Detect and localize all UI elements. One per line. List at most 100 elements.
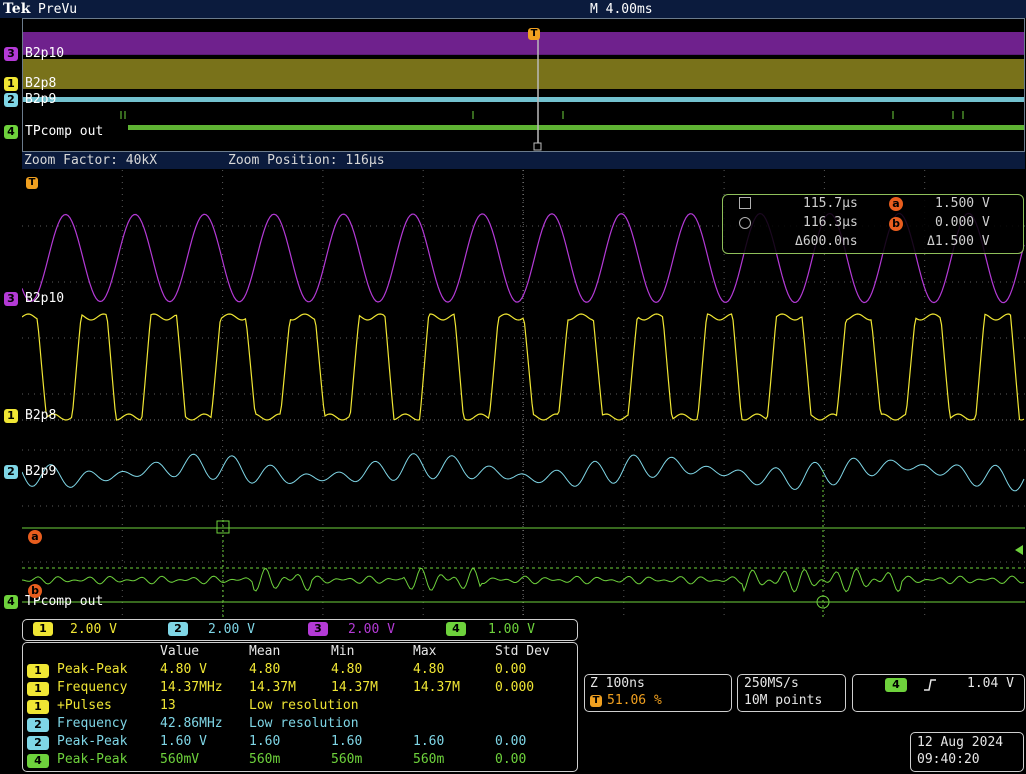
meas-row-name: Frequency xyxy=(57,716,128,731)
ch2-ground-marker[interactable]: 2 xyxy=(4,465,18,479)
ch1-scale-badge[interactable]: 1 xyxy=(33,622,53,636)
date: 12 Aug 2024 xyxy=(917,735,1004,750)
meas-row-value: 1.60 V xyxy=(160,734,207,749)
meas-row-value: 42.86MHz xyxy=(160,716,223,731)
meas-row-channel-badge: 1 xyxy=(27,700,49,714)
header-min: Min xyxy=(331,644,355,659)
delta-time: Δ600.0ns xyxy=(795,234,858,249)
meas-row-value: 13 xyxy=(160,698,176,713)
trigger-icon: T xyxy=(590,695,602,707)
ch4-scale-badge[interactable]: 4 xyxy=(446,622,466,636)
meas-row-min: 1.60 xyxy=(331,734,363,749)
meas-row-channel-badge: 1 xyxy=(27,664,49,678)
meas-row-channel-badge: 4 xyxy=(27,754,49,768)
timebase-readout[interactable]: M 4.00ms xyxy=(590,2,653,17)
overview-zoom-box xyxy=(533,142,542,151)
ch4-overview-band xyxy=(128,125,1024,130)
cursor2-circle-icon xyxy=(739,217,751,229)
meas-row-channel-badge: 1 xyxy=(27,682,49,696)
overview-waveform-window[interactable] xyxy=(22,18,1025,152)
ch3-ground-marker[interactable]: 3 xyxy=(4,292,18,306)
trigger-level: 1.04 V xyxy=(967,676,1014,691)
meas-row-std: 0.00 xyxy=(495,752,527,767)
meas-row-mean: 560m xyxy=(249,752,281,767)
meas-row-name: Frequency xyxy=(57,680,128,695)
ch1-trace-label: B2p8 xyxy=(25,408,57,423)
meas-row-max: 14.37M xyxy=(413,680,460,695)
ch4-scale[interactable]: 1.00 V xyxy=(488,622,535,637)
meas-row-value: 560mV xyxy=(160,752,200,767)
ch2-overview-band xyxy=(23,97,1024,102)
meas-row-channel-badge: 2 xyxy=(27,736,49,750)
header-mean: Mean xyxy=(249,644,281,659)
meas-row-min: 14.37M xyxy=(331,680,378,695)
ch2-label: B2p9 xyxy=(25,92,57,107)
record-length: 10M points xyxy=(744,693,823,708)
ch4-marker[interactable]: 4 xyxy=(4,125,18,139)
meas-row-max: 1.60 xyxy=(413,734,445,749)
ch1-marker[interactable]: 1 xyxy=(4,77,18,91)
datetime-panel[interactable]: 12 Aug 2024 09:40:20 xyxy=(910,732,1024,772)
ch2-scale-badge[interactable]: 2 xyxy=(168,622,188,636)
cursor-b-marker[interactable]: b xyxy=(28,584,42,598)
time: 09:40:20 xyxy=(917,752,980,767)
cursor1-time: 115.7µs xyxy=(803,196,858,211)
ch1-label: B2p8 xyxy=(25,76,57,91)
ch3-trace-label: B2p10 xyxy=(25,291,65,306)
meas-row-mean: Low resolution xyxy=(249,716,359,731)
zoom-factor: Zoom Factor: 40kX xyxy=(24,153,158,168)
cursor-readout-panel: 115.7µs a 1.500 V 116.3µs b 0.000 V Δ600… xyxy=(722,194,1024,254)
meas-row-std: 0.00 xyxy=(495,734,527,749)
meas-row-name: Peak-Peak xyxy=(57,734,128,749)
ch3-marker[interactable]: 3 xyxy=(4,47,18,61)
acquisition-panel[interactable]: 250MS/s 10M points xyxy=(737,674,846,712)
status-bar xyxy=(0,0,1026,18)
header-std-dev: Std Dev xyxy=(495,644,550,659)
ch3-label: B2p10 xyxy=(25,46,65,61)
meas-row-mean: 4.80 xyxy=(249,662,281,677)
meas-row-max: 560m xyxy=(413,752,445,767)
tek-logo: Tek xyxy=(3,1,31,17)
meas-row-mean: Low resolution xyxy=(249,698,359,713)
trigger-source-badge: 4 xyxy=(885,678,907,692)
meas-row-std: 0.000 xyxy=(495,680,535,695)
trigger-position-marker[interactable]: T xyxy=(26,177,38,189)
ch2-trace-label: B2p9 xyxy=(25,464,57,479)
ch2-marker[interactable]: 2 xyxy=(4,93,18,107)
meas-row-value: 14.37MHz xyxy=(160,680,223,695)
zoom-scale: Z 100ns xyxy=(590,676,645,691)
header-value: Value xyxy=(160,644,200,659)
ch3-overview-band xyxy=(23,32,1024,55)
zoom-position: Zoom Position: 116µs xyxy=(228,153,385,168)
ch2-scale[interactable]: 2.00 V xyxy=(208,622,255,637)
meas-row-mean: 14.37M xyxy=(249,680,296,695)
cursor-a-marker[interactable]: a xyxy=(28,530,42,544)
cursor-a-badge: a xyxy=(889,197,903,211)
trigger-position-percent: 51.06 % xyxy=(607,693,662,708)
rising-edge-icon xyxy=(924,679,936,691)
meas-row-min: 560m xyxy=(331,752,363,767)
zoom-scale-panel[interactable]: Z 100ns T 51.06 % xyxy=(584,674,732,712)
trigger-panel[interactable]: 4 1.04 V xyxy=(852,674,1025,712)
run-state-label: PreVu xyxy=(38,2,78,17)
cursor-a-value: 1.500 V xyxy=(935,196,990,211)
overview-traces xyxy=(23,32,1024,151)
ch3-scale-badge[interactable]: 3 xyxy=(308,622,328,636)
cursor2-time: 116.3µs xyxy=(803,215,858,230)
meas-row-std: 0.00 xyxy=(495,662,527,677)
sample-rate: 250MS/s xyxy=(744,676,799,691)
measurement-table: Value Mean Min Max Std Dev 1 Peak-Peak 4.8… xyxy=(22,642,578,772)
delta-voltage: Δ1.500 V xyxy=(927,234,990,249)
zoom-info-bar xyxy=(22,152,1025,169)
meas-row-name: Peak-Peak xyxy=(57,752,128,767)
ch1-scale[interactable]: 2.00 V xyxy=(70,622,117,637)
ch1-ground-marker[interactable]: 1 xyxy=(4,409,18,423)
overview-trigger-marker[interactable]: T xyxy=(528,28,540,40)
ch4-label: TPcomp out xyxy=(25,124,104,139)
meas-row-channel-badge: 2 xyxy=(27,718,49,732)
meas-row-name: Peak-Peak xyxy=(57,662,128,677)
ch4-ground-marker[interactable]: 4 xyxy=(4,595,18,609)
trigger-level-arrow xyxy=(1015,545,1023,555)
meas-row-min: 4.80 xyxy=(331,662,363,677)
ch3-scale[interactable]: 2.00 V xyxy=(348,622,395,637)
